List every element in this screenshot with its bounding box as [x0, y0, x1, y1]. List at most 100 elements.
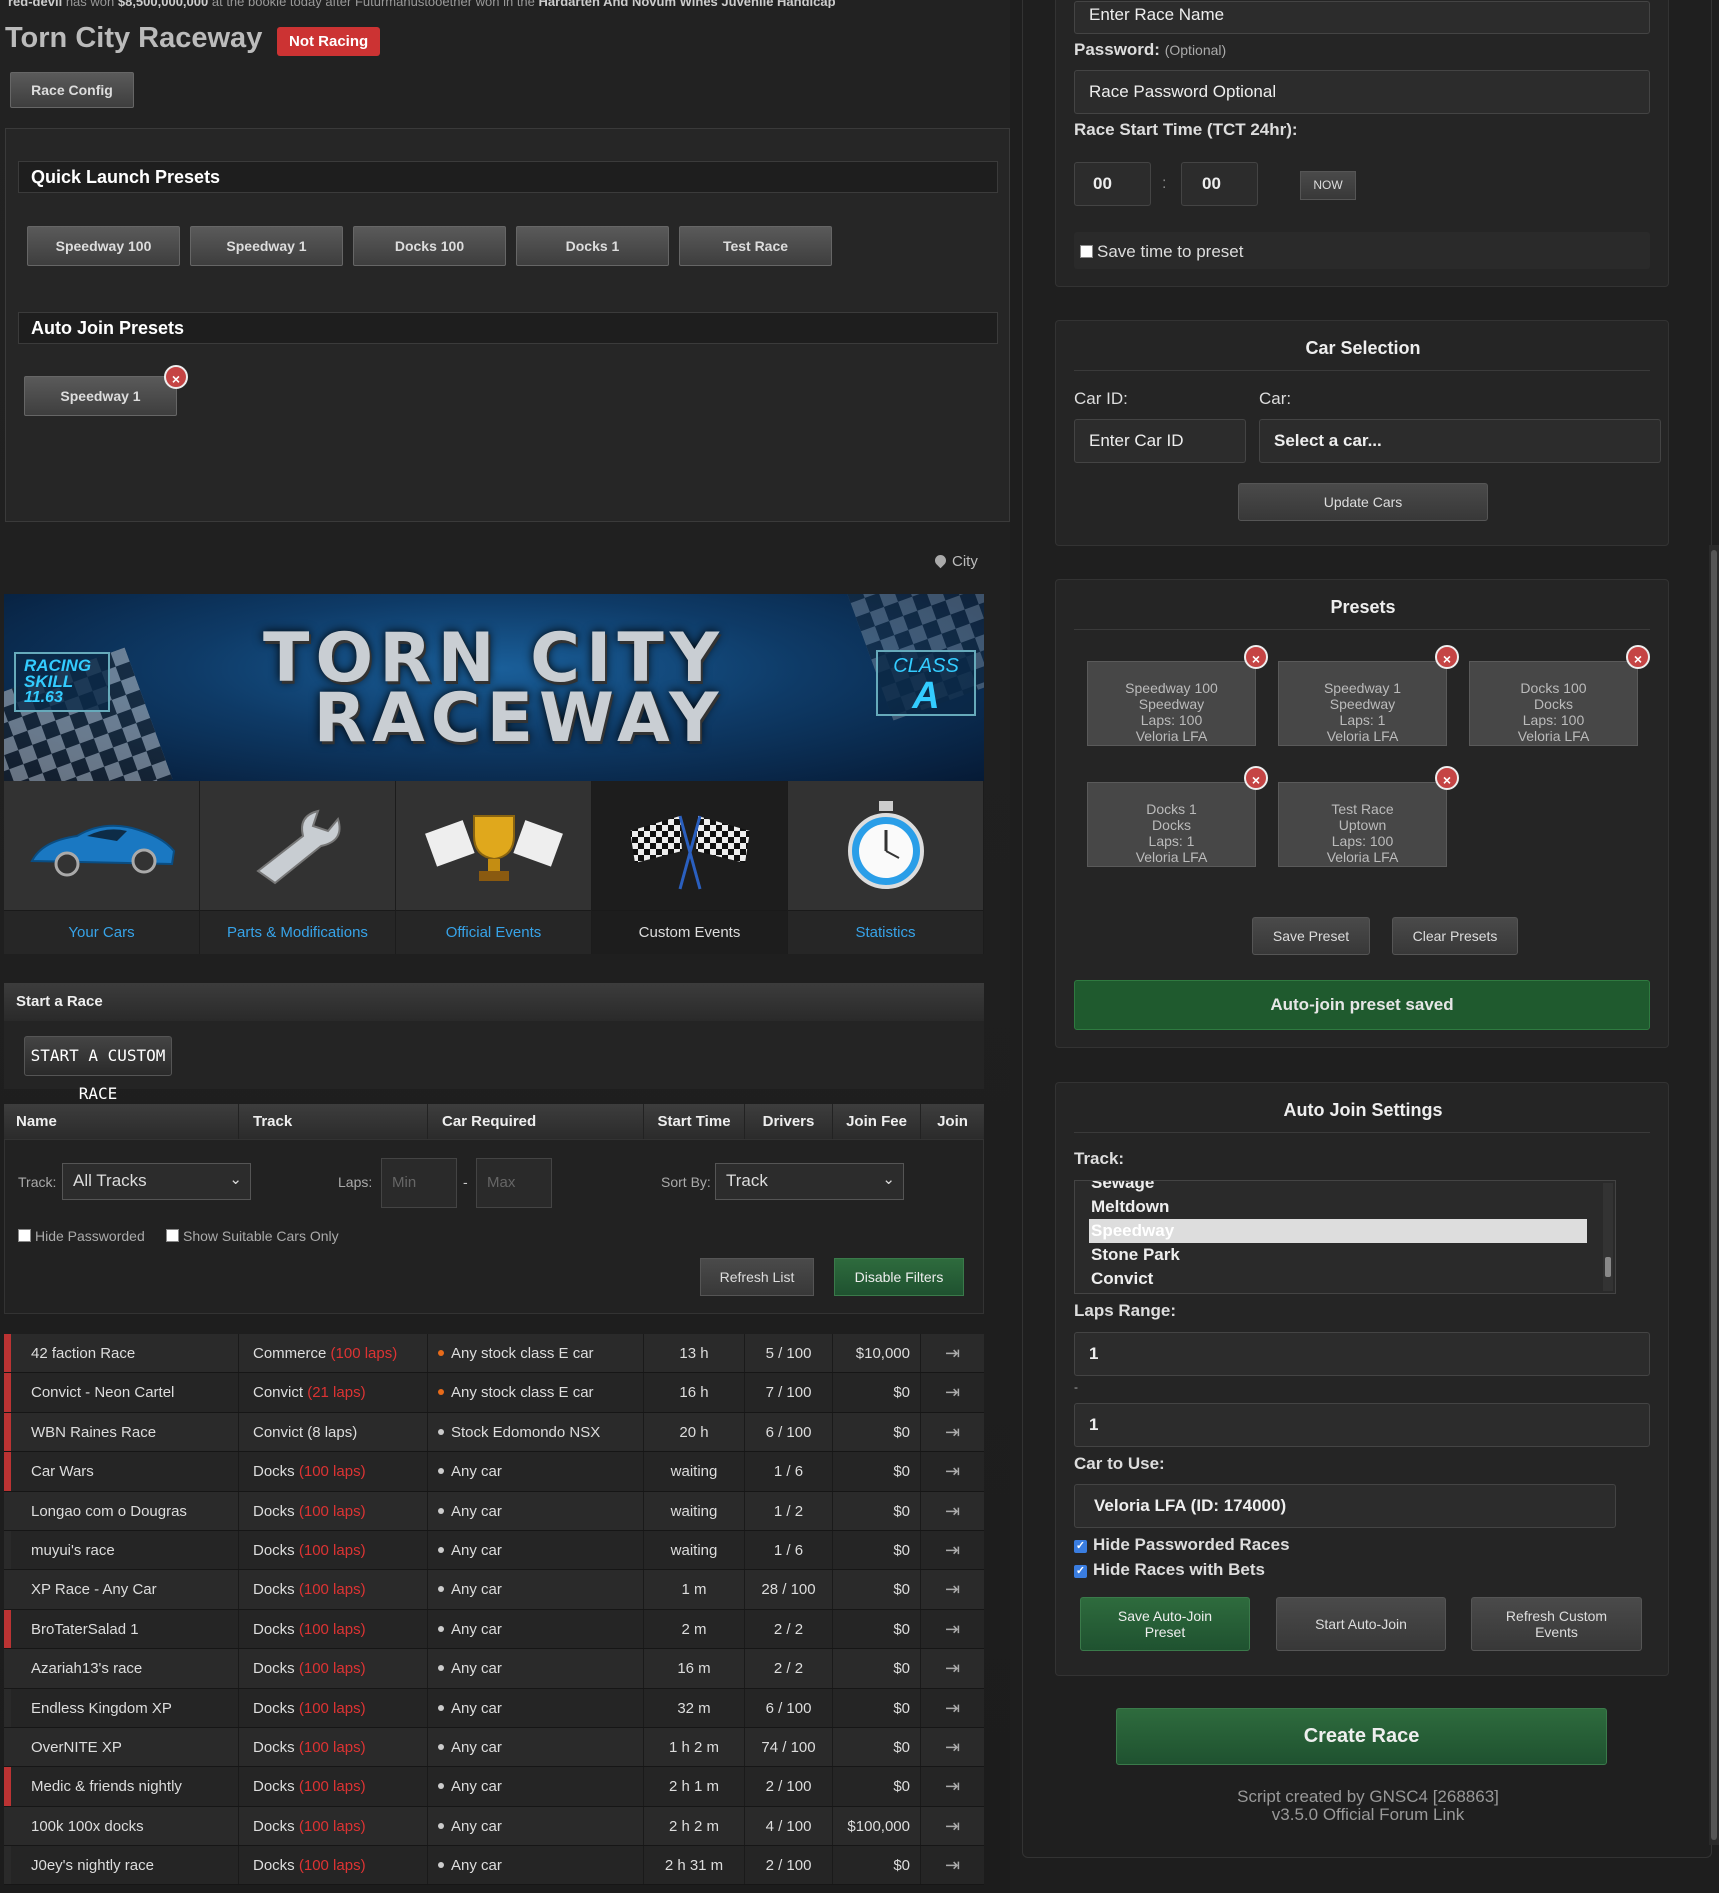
- tab-official-events[interactable]: Official Events: [396, 781, 592, 954]
- join-button[interactable]: ⇥: [921, 1334, 984, 1372]
- hide-passworded-races-option[interactable]: ✓ Hide Passworded Races: [1074, 1535, 1290, 1555]
- table-row[interactable]: muyui's race Docks (100 laps) Any car waiti…: [4, 1530, 984, 1571]
- table-row[interactable]: 100k 100x docks Docks (100 laps) Any car 2 …: [4, 1806, 984, 1847]
- join-button[interactable]: ⇥: [921, 1689, 984, 1727]
- join-icon[interactable]: ⇥: [945, 1619, 960, 1639]
- join-icon[interactable]: ⇥: [945, 1855, 960, 1875]
- tab-custom-events[interactable]: Custom Events: [592, 781, 788, 954]
- track-option[interactable]: Meltdown: [1075, 1195, 1615, 1219]
- join-button[interactable]: ⇥: [921, 1570, 984, 1608]
- track-listbox[interactable]: Sewage Meltdown Speedway Stone Park Conv…: [1074, 1180, 1616, 1294]
- table-row[interactable]: WBN Raines Race Convict (8 laps) Stock Edo…: [4, 1412, 984, 1453]
- checkbox[interactable]: [1080, 245, 1093, 258]
- remove-preset-icon[interactable]: ×: [164, 365, 188, 389]
- quick-preset-button[interactable]: Speedway 1: [190, 226, 343, 266]
- save-auto-join-preset-button[interactable]: Save Auto-Join Preset: [1080, 1597, 1250, 1651]
- race-name[interactable]: Longao com o Dougras: [11, 1491, 239, 1530]
- laps-max-input[interactable]: Max: [476, 1158, 552, 1208]
- checkbox[interactable]: [18, 1229, 31, 1242]
- join-icon[interactable]: ⇥: [945, 1698, 960, 1718]
- join-button[interactable]: ⇥: [921, 1531, 984, 1569]
- track-option-selected[interactable]: Speedway: [1089, 1219, 1587, 1243]
- join-icon[interactable]: ⇥: [945, 1776, 960, 1796]
- quick-preset-button[interactable]: Docks 1: [516, 226, 669, 266]
- laps-min-input[interactable]: Min: [381, 1158, 457, 1208]
- join-icon[interactable]: ⇥: [945, 1382, 960, 1402]
- track-filter-select[interactable]: All Tracks ⌄: [62, 1163, 251, 1200]
- ticker-user[interactable]: red-devil: [8, 0, 62, 8]
- race-name[interactable]: WBN Raines Race: [11, 1412, 239, 1452]
- column-header-fee[interactable]: Join Fee: [833, 1104, 921, 1139]
- laps-max-input[interactable]: 1: [1074, 1403, 1650, 1447]
- car-select[interactable]: Select a car...: [1259, 419, 1661, 463]
- race-name[interactable]: Azariah13's race: [11, 1649, 239, 1688]
- race-name[interactable]: 42 faction Race: [11, 1334, 239, 1373]
- join-icon[interactable]: ⇥: [945, 1461, 960, 1481]
- update-cars-button[interactable]: Update Cars: [1238, 483, 1488, 521]
- listbox-scrollbar[interactable]: [1603, 1183, 1613, 1291]
- table-row[interactable]: XP Race - Any Car Docks (100 laps) Any car…: [4, 1570, 984, 1610]
- hide-bet-races-option[interactable]: ✓ Hide Races with Bets: [1074, 1560, 1265, 1580]
- race-name[interactable]: BroTaterSalad 1: [11, 1609, 239, 1649]
- remove-preset-icon[interactable]: ×: [1435, 766, 1459, 790]
- checkmark-icon[interactable]: ✓: [1074, 1540, 1087, 1553]
- save-time-option[interactable]: Save time to preset: [1074, 232, 1650, 269]
- table-row[interactable]: Endless Kingdom XP Docks (100 laps) Any ca…: [4, 1688, 984, 1728]
- remove-preset-icon[interactable]: ×: [1244, 766, 1268, 790]
- join-icon[interactable]: ⇥: [945, 1501, 960, 1521]
- race-name[interactable]: Medic & friends nightly: [11, 1767, 239, 1806]
- table-row[interactable]: BroTaterSalad 1 Docks (100 laps) Any car 2 …: [4, 1609, 984, 1650]
- race-name[interactable]: XP Race - Any Car: [11, 1570, 239, 1609]
- quick-preset-button[interactable]: Speedway 100: [27, 226, 180, 266]
- track-option[interactable]: Stone Park: [1075, 1243, 1615, 1267]
- race-name[interactable]: 100k 100x docks: [11, 1806, 239, 1846]
- race-name[interactable]: muyui's race: [11, 1530, 239, 1570]
- checkbox[interactable]: [166, 1229, 179, 1242]
- join-icon[interactable]: ⇥: [945, 1816, 960, 1836]
- race-name[interactable]: Convict - Neon Cartel: [11, 1373, 239, 1412]
- column-header-car[interactable]: Car Required: [428, 1104, 644, 1139]
- table-row[interactable]: Car Wars Docks (100 laps) Any car waiting 1 …: [4, 1452, 984, 1492]
- race-name[interactable]: OverNITE XP: [11, 1727, 239, 1767]
- table-row[interactable]: Longao com o Dougras Docks (100 laps) Any …: [4, 1491, 984, 1531]
- table-row[interactable]: Convict - Neon Cartel Convict (21 laps) An…: [4, 1373, 984, 1413]
- race-name[interactable]: Endless Kingdom XP: [11, 1688, 239, 1727]
- tab-statistics[interactable]: Statistics: [788, 781, 984, 954]
- hide-passworded-filter[interactable]: Hide Passworded: [18, 1228, 145, 1244]
- laps-min-input[interactable]: 1: [1074, 1332, 1650, 1376]
- car-to-use-select[interactable]: Veloria LFA (ID: 174000): [1074, 1484, 1616, 1528]
- join-icon[interactable]: ⇥: [945, 1540, 960, 1560]
- race-password-input[interactable]: Race Password Optional: [1074, 70, 1650, 114]
- refresh-list-button[interactable]: Refresh List: [700, 1258, 814, 1296]
- remove-preset-icon[interactable]: ×: [1626, 645, 1650, 669]
- join-button[interactable]: ⇥: [921, 1413, 984, 1451]
- join-button[interactable]: ⇥: [921, 1649, 984, 1687]
- table-row[interactable]: Azariah13's race Docks (100 laps) Any car 1…: [4, 1649, 984, 1689]
- start-custom-race-button[interactable]: START A CUSTOM RACE: [24, 1036, 172, 1103]
- join-icon[interactable]: ⇥: [945, 1658, 960, 1678]
- table-row[interactable]: J0ey's nightly race Docks (100 laps) Any c…: [4, 1846, 984, 1886]
- preset-card[interactable]: Docks 100 Docks Laps: 100 Veloria LFA: [1469, 661, 1638, 746]
- minute-input[interactable]: 00: [1181, 162, 1258, 206]
- race-config-button[interactable]: Race Config: [10, 72, 134, 108]
- show-suitable-filter[interactable]: Show Suitable Cars Only: [166, 1228, 339, 1244]
- race-name[interactable]: Car Wars: [11, 1452, 239, 1491]
- quick-preset-button[interactable]: Test Race: [679, 226, 832, 266]
- create-race-button[interactable]: Create Race: [1116, 1708, 1607, 1765]
- remove-preset-icon[interactable]: ×: [1435, 645, 1459, 669]
- join-icon[interactable]: ⇥: [945, 1422, 960, 1442]
- join-button[interactable]: ⇥: [921, 1807, 984, 1845]
- race-name[interactable]: J0ey's nightly race: [11, 1846, 239, 1885]
- forum-link[interactable]: v3.5.0 Official Forum Link: [1023, 1806, 1713, 1824]
- join-button[interactable]: ⇥: [921, 1767, 984, 1805]
- column-header-start[interactable]: Start Time: [644, 1104, 745, 1139]
- car-id-input[interactable]: Enter Car ID: [1074, 419, 1246, 463]
- now-button[interactable]: NOW: [1300, 171, 1356, 200]
- save-preset-button[interactable]: Save Preset: [1252, 917, 1370, 955]
- tab-your-cars[interactable]: Your Cars: [4, 781, 200, 954]
- join-button[interactable]: ⇥: [921, 1492, 984, 1530]
- join-button[interactable]: ⇥: [921, 1452, 984, 1490]
- join-button[interactable]: ⇥: [921, 1846, 984, 1884]
- preset-card[interactable]: Speedway 100 Speedway Laps: 100 Veloria LFA: [1087, 661, 1256, 746]
- hour-input[interactable]: 00: [1074, 162, 1151, 206]
